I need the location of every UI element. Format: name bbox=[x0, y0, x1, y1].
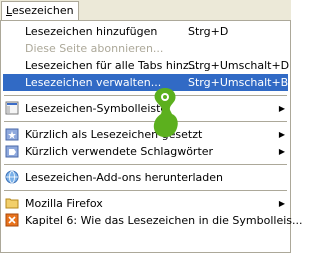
menu-item-shortcut: Strg+D bbox=[188, 25, 229, 38]
menu-item-label: Diese Seite abonnieren... bbox=[25, 42, 164, 55]
menu-item-label: Lesezeichen für alle Tabs hinz... bbox=[25, 59, 200, 72]
menu-lesezeichen-title[interactable]: Lesezeichen bbox=[1, 1, 79, 20]
menu-item-add-bookmark[interactable]: Lesezeichen hinzufügen Strg+D bbox=[3, 23, 288, 40]
menu-title-rest: esezeichen bbox=[11, 4, 74, 17]
menu-item-recent-tags[interactable]: Kürzlich verwendete Schlagwörter ▶ bbox=[3, 143, 288, 160]
bookmark-toolbar-icon bbox=[5, 101, 19, 115]
tag-icon bbox=[5, 144, 19, 158]
addons-globe-icon bbox=[5, 170, 19, 184]
folder-star-icon bbox=[5, 127, 19, 141]
menu-item-label: Kapitel 6: Wie das Lesezeichen in die Sy… bbox=[25, 214, 303, 227]
pointer-arrow-icon bbox=[146, 84, 184, 140]
menu-item-get-bookmark-addons[interactable]: Lesezeichen-Add-ons herunterladen bbox=[3, 169, 288, 186]
menu-item-shortcut: Strg+Umschalt+D bbox=[188, 59, 290, 72]
menu-item-subscribe-page: Diese Seite abonnieren... bbox=[3, 40, 288, 57]
folder-icon bbox=[5, 196, 19, 210]
menu-separator bbox=[4, 190, 287, 191]
menu-item-label: Kürzlich verwendete Schlagwörter bbox=[25, 145, 214, 158]
menu-item-label: Lesezeichen verwalten... bbox=[25, 76, 162, 89]
submenu-arrow-icon: ▶ bbox=[278, 199, 285, 208]
menu-item-label: Lesezeichen-Add-ons herunterladen bbox=[25, 171, 224, 184]
menu-item-bookmark-all-tabs[interactable]: Lesezeichen für alle Tabs hinz... Strg+U… bbox=[3, 57, 290, 74]
menu-item-mozilla-firefox-folder[interactable]: Mozilla Firefox ▶ bbox=[3, 195, 288, 212]
menu-item-bookmark-chapter-6[interactable]: Kapitel 6: Wie das Lesezeichen in die Sy… bbox=[3, 212, 303, 229]
page-icon bbox=[5, 213, 19, 227]
submenu-arrow-icon: ▶ bbox=[278, 130, 285, 139]
menu-separator bbox=[4, 164, 287, 165]
menu-item-label: Mozilla Firefox bbox=[25, 197, 103, 210]
menubar: Lesezeichen bbox=[0, 0, 291, 20]
submenu-arrow-icon: ▶ bbox=[278, 147, 285, 156]
submenu-arrow-icon: ▶ bbox=[278, 104, 285, 113]
menu-item-shortcut: Strg+Umschalt+B bbox=[188, 76, 289, 89]
menu-item-label: Lesezeichen hinzufügen bbox=[25, 25, 158, 38]
